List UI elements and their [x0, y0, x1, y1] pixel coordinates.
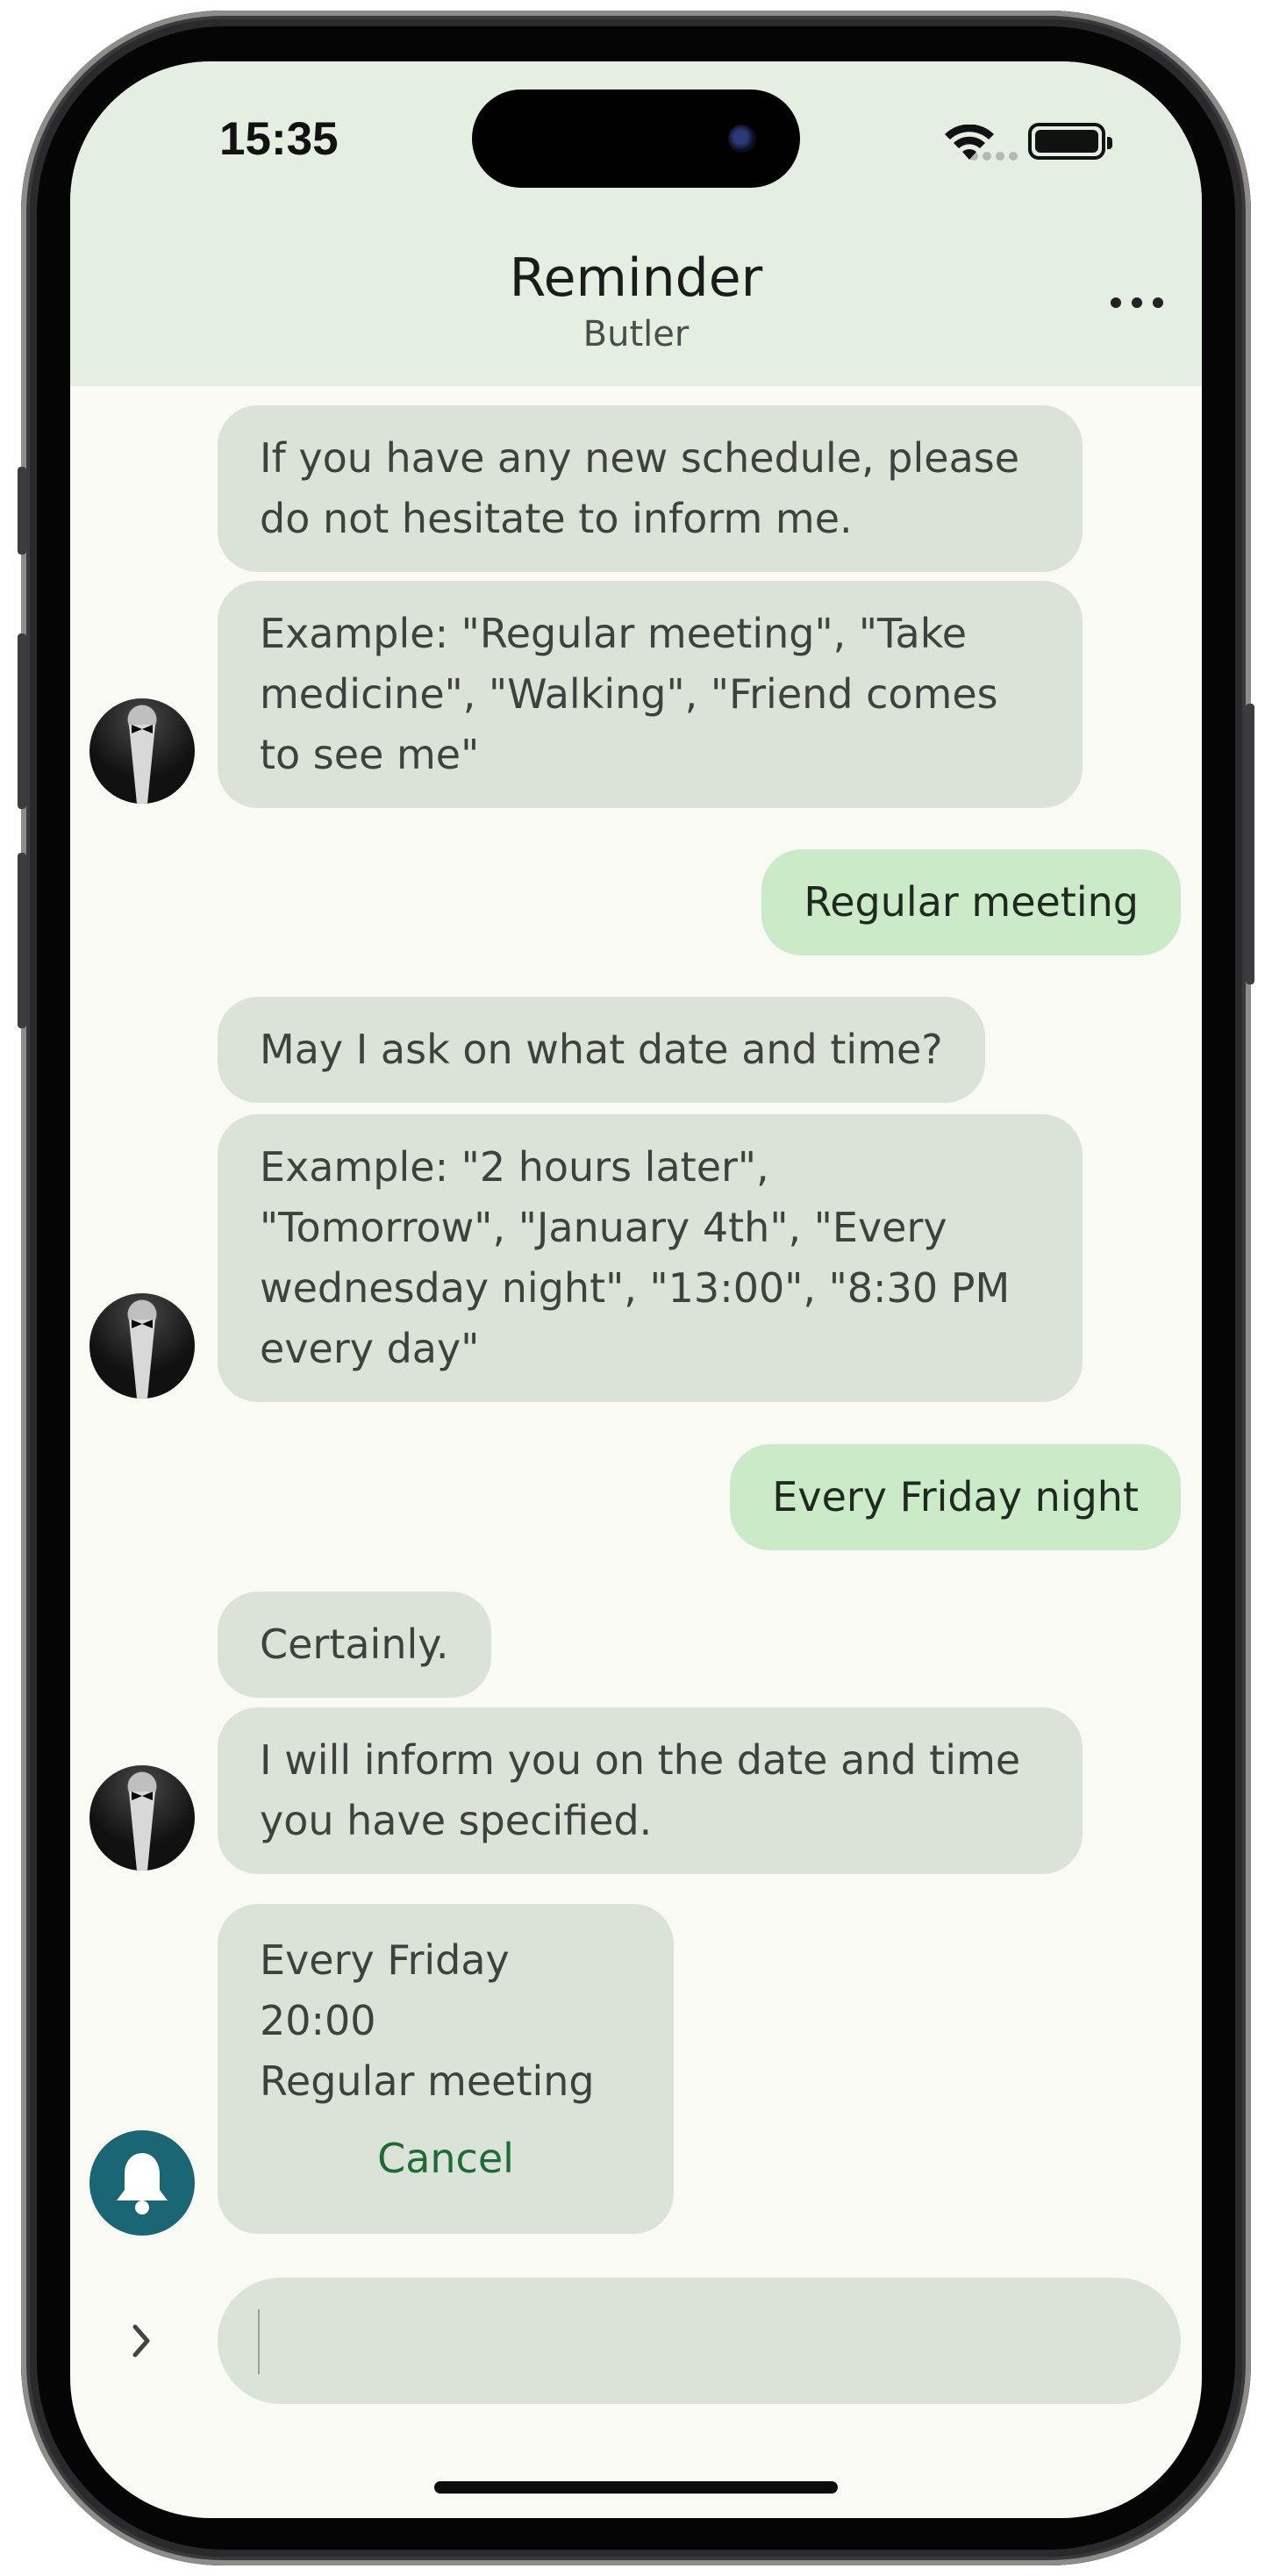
message-line: to see me"	[260, 731, 480, 778]
bot-message: Certainly.	[218, 1592, 491, 1698]
butler-avatar	[89, 698, 195, 804]
butler-avatar	[89, 1765, 195, 1871]
message-line: wednesday night", "13:00", "8:30 PM	[260, 1264, 1011, 1312]
bot-message: I will inform you on the date and time y…	[218, 1707, 1083, 1874]
camera-icon	[728, 125, 756, 153]
reminder-schedule: Every Friday 20:00	[260, 1936, 510, 2044]
action-button	[18, 467, 26, 555]
chevron-right-icon[interactable]	[128, 2322, 154, 2360]
bot-message: Example: "Regular meeting", "Take medici…	[218, 581, 1083, 808]
chat-header: 15:35 Reminder Butler	[70, 61, 1202, 386]
page-title: Reminder	[509, 247, 763, 309]
bot-message: If you have any new schedule, please do …	[218, 405, 1083, 572]
message-line: Example: "Regular meeting", "Take	[260, 610, 968, 657]
wifi-icon	[943, 124, 996, 167]
cancel-reminder-button[interactable]: Cancel	[218, 2129, 674, 2189]
power-button	[1246, 704, 1254, 984]
dynamic-island	[472, 89, 800, 188]
message-line: do not hesitate to inform me.	[260, 495, 853, 542]
reminder-title: Regular meeting	[260, 2057, 595, 2105]
volume-up-button	[18, 633, 26, 809]
butler-avatar	[89, 1293, 195, 1399]
message-line: Example: "2 hours later",	[260, 1143, 769, 1191]
status-time: 15:35	[219, 113, 339, 165]
message-line: you have specified.	[260, 1797, 653, 1844]
screen: 15:35 Reminder Butler If you have any ne…	[70, 61, 1202, 2518]
user-message: Regular meeting	[761, 849, 1181, 955]
more-options-button[interactable]	[1111, 290, 1163, 316]
more-horizontal-icon	[1111, 297, 1121, 308]
bot-message: Example: "2 hours later", "Tomorrow", "J…	[218, 1114, 1083, 1402]
user-message: Every Friday night	[730, 1444, 1181, 1550]
message-line: medicine", "Walking", "Friend comes	[260, 670, 998, 718]
text-caret	[258, 2309, 260, 2374]
message-line: "Tomorrow", "January 4th", "Every	[260, 1204, 947, 1251]
message-line: I will inform you on the date and time	[260, 1736, 1021, 1784]
home-indicator[interactable]	[434, 2481, 838, 2494]
volume-down-button	[18, 853, 26, 1028]
message-line: If you have any new schedule, please	[260, 434, 1020, 482]
message-line: every day"	[260, 1325, 480, 1372]
reminder-card: Every Friday 20:00 Regular meeting Cance…	[218, 1904, 674, 2234]
page-subtitle: Butler	[582, 314, 690, 354]
message-input[interactable]	[218, 2278, 1181, 2404]
bot-message: May I ask on what date and time?	[218, 997, 985, 1103]
battery-icon	[1028, 123, 1112, 160]
bell-icon	[89, 2130, 195, 2236]
message-composer	[70, 2278, 1202, 2404]
